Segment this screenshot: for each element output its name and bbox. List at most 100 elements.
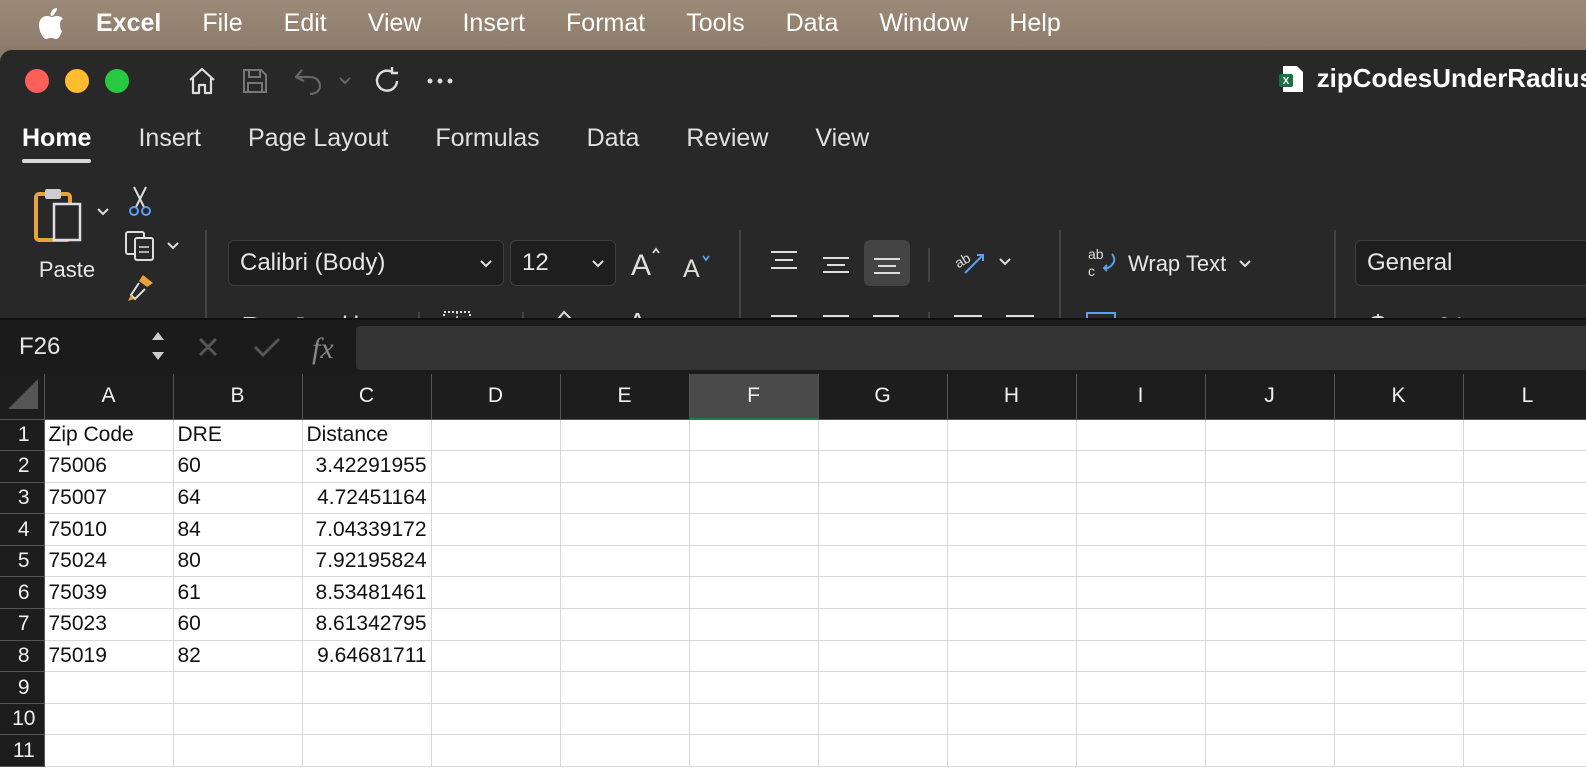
cell[interactable]: 60 — [173, 608, 303, 641]
name-box[interactable]: F26 — [0, 320, 170, 376]
apple-logo-icon[interactable] — [36, 6, 96, 40]
menu-data[interactable]: Data — [786, 9, 839, 38]
cell[interactable] — [431, 450, 561, 483]
cell[interactable] — [431, 482, 561, 515]
cell[interactable] — [1463, 640, 1586, 673]
cell[interactable] — [1205, 608, 1335, 641]
row-header[interactable]: 2 — [0, 450, 45, 483]
cell[interactable] — [689, 671, 819, 704]
cell[interactable] — [1463, 576, 1586, 610]
cell[interactable]: 3.42291955 — [302, 450, 432, 483]
cell[interactable] — [173, 671, 303, 704]
cell[interactable] — [689, 734, 819, 768]
cell[interactable] — [1076, 419, 1206, 452]
cell[interactable] — [818, 703, 948, 736]
row-header[interactable]: 1 — [0, 419, 45, 452]
cell[interactable]: 4.72451164 — [302, 482, 432, 515]
copy-icon[interactable] — [122, 228, 158, 262]
cell[interactable] — [431, 671, 561, 704]
cell[interactable] — [1334, 640, 1464, 673]
column-header-b[interactable]: B — [173, 374, 303, 420]
cell[interactable]: 75007 — [44, 482, 174, 515]
tab-data[interactable]: Data — [587, 124, 640, 163]
column-header-a[interactable]: A — [44, 374, 174, 420]
cell[interactable] — [560, 640, 690, 673]
cell[interactable] — [44, 671, 174, 704]
cell[interactable] — [689, 703, 819, 736]
zoom-window-button[interactable] — [105, 69, 129, 93]
insert-function-fx-icon[interactable]: fx — [310, 328, 344, 373]
minimize-window-button[interactable] — [65, 69, 89, 93]
text-orientation-icon[interactable]: ab — [950, 242, 990, 282]
close-window-button[interactable] — [25, 69, 49, 93]
cell[interactable] — [689, 608, 819, 641]
more-options-icon[interactable] — [425, 64, 455, 98]
menu-format[interactable]: Format — [566, 9, 645, 38]
menu-view[interactable]: View — [368, 9, 422, 38]
cell[interactable] — [1334, 545, 1464, 578]
tab-insert[interactable]: Insert — [138, 124, 201, 163]
cell[interactable]: 84 — [173, 513, 303, 546]
menu-edit[interactable]: Edit — [284, 9, 327, 38]
cell[interactable] — [1076, 482, 1206, 515]
cell[interactable]: 61 — [173, 576, 303, 610]
cell[interactable] — [1076, 576, 1206, 610]
cell[interactable] — [947, 545, 1077, 578]
cell[interactable] — [431, 545, 561, 578]
paste-label[interactable]: Paste — [30, 256, 104, 284]
column-header-l[interactable]: L — [1463, 374, 1586, 420]
cell[interactable] — [1334, 703, 1464, 736]
column-header-i[interactable]: I — [1076, 374, 1206, 420]
cell[interactable] — [1076, 734, 1206, 768]
cell[interactable] — [818, 419, 948, 452]
cell[interactable] — [431, 640, 561, 673]
cell[interactable] — [302, 734, 432, 768]
cell[interactable] — [1463, 608, 1586, 641]
cell[interactable]: 75039 — [44, 576, 174, 610]
menu-file[interactable]: File — [202, 9, 242, 38]
font-size-select[interactable]: 12 — [510, 240, 616, 286]
cut-scissors-icon[interactable] — [126, 184, 154, 218]
cell[interactable] — [947, 576, 1077, 610]
cell[interactable]: 60 — [173, 450, 303, 483]
cell[interactable] — [560, 671, 690, 704]
tab-page-layout[interactable]: Page Layout — [248, 124, 388, 163]
name-box-stepper-icon[interactable] — [150, 326, 166, 373]
cell[interactable] — [947, 671, 1077, 704]
column-header-h[interactable]: H — [947, 374, 1077, 420]
increase-font-size-icon[interactable]: A — [628, 242, 664, 282]
cell[interactable] — [818, 640, 948, 673]
cell[interactable]: 7.92195824 — [302, 545, 432, 578]
cell[interactable]: 75006 — [44, 450, 174, 483]
cell[interactable]: DRE — [173, 419, 303, 452]
row-header[interactable]: 7 — [0, 608, 45, 641]
cell[interactable] — [44, 703, 174, 736]
cell[interactable] — [560, 450, 690, 483]
cell[interactable] — [1205, 671, 1335, 704]
cell[interactable] — [431, 608, 561, 641]
cell[interactable] — [947, 734, 1077, 768]
confirm-check-icon[interactable] — [252, 334, 282, 365]
cell[interactable] — [431, 513, 561, 546]
wrap-text-dropdown-chevron-icon[interactable] — [1236, 254, 1254, 274]
cell[interactable] — [947, 703, 1077, 736]
cell[interactable] — [947, 513, 1077, 546]
cell[interactable] — [1205, 703, 1335, 736]
tab-home[interactable]: Home — [22, 124, 92, 163]
cell[interactable]: 8.53481461 — [302, 576, 432, 610]
cell[interactable] — [1205, 545, 1335, 578]
menu-help[interactable]: Help — [1009, 9, 1060, 38]
cell[interactable] — [1076, 545, 1206, 578]
number-format-select[interactable]: General — [1355, 240, 1586, 286]
cell[interactable] — [818, 671, 948, 704]
cell[interactable] — [689, 640, 819, 673]
cell[interactable] — [1334, 482, 1464, 515]
column-header-e[interactable]: E — [560, 374, 690, 420]
row-header[interactable]: 5 — [0, 545, 45, 578]
cell[interactable] — [431, 703, 561, 736]
row-header[interactable]: 4 — [0, 513, 45, 546]
cell[interactable] — [818, 513, 948, 546]
tab-view[interactable]: View — [815, 124, 869, 163]
cell[interactable] — [1076, 703, 1206, 736]
cell[interactable] — [560, 545, 690, 578]
